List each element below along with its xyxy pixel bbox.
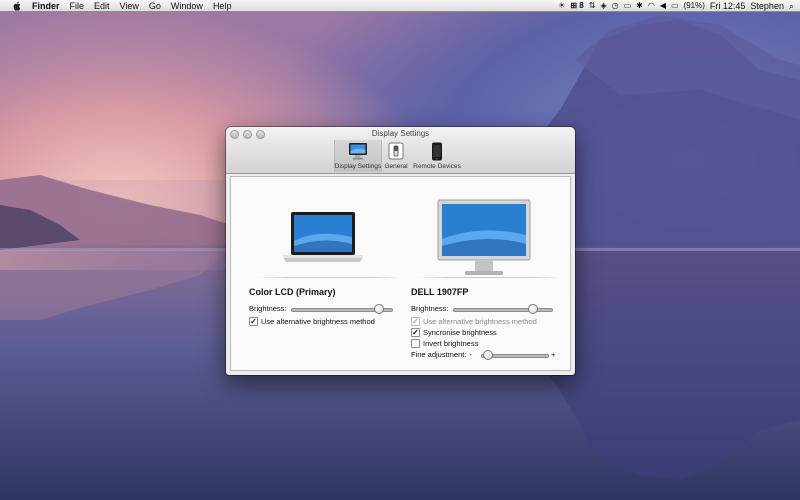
primary-alt-method-row: ✓ Use alternative brightness method <box>249 317 375 326</box>
fine-minus-label: - <box>469 350 472 359</box>
menu-app-finder[interactable]: Finder <box>27 0 65 13</box>
tab-general[interactable]: General <box>382 140 410 172</box>
display-status-icon[interactable]: ▭ <box>624 0 632 12</box>
primary-display-name: Color LCD (Primary) <box>249 287 336 297</box>
dropbox-status-icon[interactable]: ◈ <box>600 0 606 12</box>
menu-go[interactable]: Go <box>144 0 166 13</box>
laptop-display-image <box>283 212 363 262</box>
tab-display-settings[interactable]: Display Settings <box>334 140 382 172</box>
preferences-toolbar: Display Settings General Remote Devices <box>334 140 464 172</box>
sync-brightness-checkbox[interactable]: ✓ <box>411 328 420 337</box>
battery-icon[interactable]: ▭ <box>671 0 679 12</box>
display-icon <box>349 143 367 160</box>
menu-edit[interactable]: Edit <box>89 0 115 13</box>
clock[interactable]: Fri 12:45 <box>710 0 746 12</box>
menu-window[interactable]: Window <box>166 0 208 13</box>
secondary-brightness-row: Brightness: <box>411 304 449 313</box>
secondary-alt-method-row: ✓ Use alternative brightness method <box>411 317 537 326</box>
brightness-status-icon[interactable]: ☀ <box>558 0 565 12</box>
primary-divider <box>259 277 399 278</box>
invert-brightness-label: Invert brightness <box>423 339 479 348</box>
primary-brightness-thumb[interactable] <box>374 304 384 314</box>
tab-remote-devices[interactable]: Remote Devices <box>410 140 464 172</box>
secondary-brightness-label: Brightness: <box>411 304 449 313</box>
secondary-alt-method-label: Use alternative brightness method <box>423 317 537 326</box>
primary-alt-method-label: Use alternative brightness method <box>261 317 375 326</box>
secondary-brightness-thumb[interactable] <box>528 304 539 314</box>
secondary-alt-method-checkbox[interactable]: ✓ <box>411 317 420 326</box>
fine-adjustment-label: Fine adjustment: <box>411 350 467 359</box>
menu-file[interactable]: File <box>65 0 90 13</box>
sync-brightness-row: ✓ Syncronise brightness <box>411 328 497 337</box>
window-titlebar: Display Settings Display Settings Genera… <box>226 127 575 174</box>
display-settings-window: Display Settings Display Settings Genera… <box>226 127 575 375</box>
primary-alt-method-checkbox[interactable]: ✓ <box>249 317 258 326</box>
invert-brightness-checkbox[interactable] <box>411 339 420 348</box>
bluetooth-icon[interactable]: ✱ <box>636 0 643 12</box>
sync-brightness-label: Syncronise brightness <box>423 328 497 337</box>
user-name[interactable]: Stephen <box>750 0 784 12</box>
volume-icon[interactable]: ◀ <box>660 0 666 12</box>
wifi-icon[interactable]: ◠ <box>648 0 655 12</box>
fine-plus-label: + <box>551 350 556 359</box>
menu-bar: Finder File Edit View Go Window Help ☀ ⊞… <box>0 0 800 12</box>
menu-view[interactable]: View <box>115 0 144 13</box>
apple-menu-icon[interactable] <box>8 0 27 13</box>
external-display-image <box>437 199 531 275</box>
invert-brightness-row: Invert brightness <box>411 339 478 348</box>
spaces-status-icon[interactable]: ⊞ 8 <box>570 0 583 12</box>
phone-icon <box>432 142 442 161</box>
tab-display-settings-label: Display Settings <box>334 163 382 170</box>
display-settings-panel: Color LCD (Primary) Brightness: ✓ Use al… <box>230 176 571 371</box>
sync-status-icon[interactable]: ⇅ <box>589 0 596 12</box>
spotlight-search-icon[interactable]: ⌕ <box>789 0 794 12</box>
secondary-display-name: DELL 1907FP <box>411 287 469 297</box>
window-title: Display Settings <box>371 129 430 138</box>
tab-remote-devices-label: Remote Devices <box>413 163 461 170</box>
primary-brightness-row: Brightness: <box>249 304 287 313</box>
time-machine-icon[interactable]: ◷ <box>612 0 619 12</box>
fine-adjustment-thumb[interactable] <box>482 350 493 360</box>
menu-help[interactable]: Help <box>208 0 237 13</box>
secondary-divider <box>419 277 559 278</box>
spaces-count: 8 <box>579 1 584 10</box>
tab-general-label: General <box>384 163 408 170</box>
switch-icon <box>388 142 404 160</box>
fine-plus-row: + <box>551 350 555 359</box>
battery-percent: (91%) <box>683 1 705 10</box>
fine-adjustment-row: Fine adjustment: - <box>411 350 472 359</box>
primary-brightness-label: Brightness: <box>249 304 287 313</box>
